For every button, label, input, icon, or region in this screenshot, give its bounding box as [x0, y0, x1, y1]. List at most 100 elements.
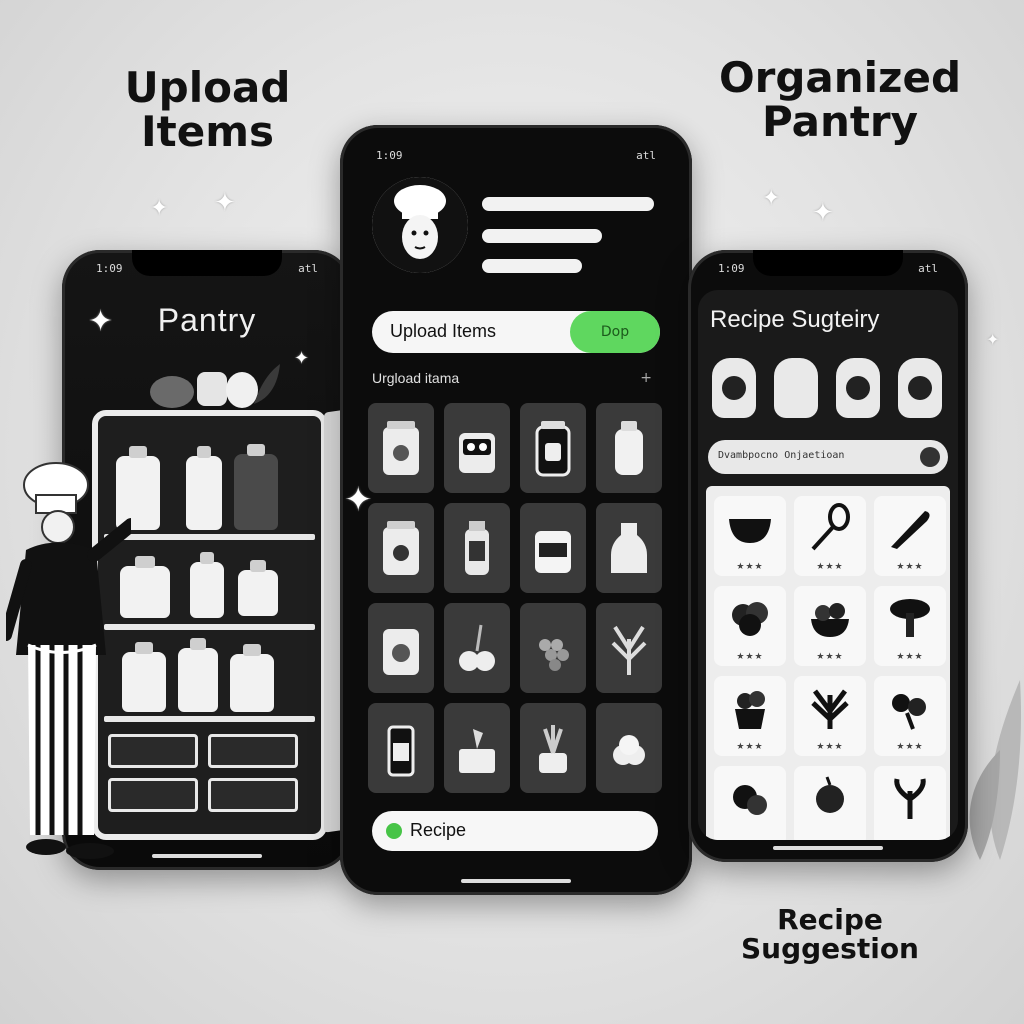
- caption-recipe-suggestion: Recipe Suggestion: [741, 903, 919, 966]
- pantry-title: Pantry: [157, 302, 257, 338]
- add-icon[interactable]: +: [640, 370, 652, 386]
- grapes-icon: [539, 639, 569, 671]
- status-time: 1:09: [96, 262, 123, 275]
- recipe-grid: ★★★ ★★★ ★★★ ★★★ ★★★ ★★★ ★★★ ★★★ ★★★: [706, 486, 950, 840]
- home-indicator: [773, 846, 883, 850]
- search-icon[interactable]: [920, 447, 940, 467]
- vegetable-icon: [459, 624, 495, 671]
- pantry-item-tile[interactable]: [368, 703, 434, 793]
- caption-upload-items: Upload Items: [124, 63, 291, 157]
- fridge-shelf: [104, 534, 315, 540]
- pantry-item-grid: [368, 403, 664, 793]
- home-indicator: [461, 879, 571, 883]
- recipe-card[interactable]: [874, 766, 946, 840]
- canister-icon: [535, 531, 571, 573]
- potted-herb-icon: [539, 725, 567, 773]
- pantry-item-tile[interactable]: [520, 403, 586, 493]
- pantry-item-tile[interactable]: [596, 403, 662, 493]
- recipe-card[interactable]: ★★★: [714, 676, 786, 756]
- lettuce-icon: [732, 602, 768, 636]
- fridge-shelf: [104, 624, 315, 630]
- spoon-icon: [811, 503, 850, 551]
- recipe-card[interactable]: ★★★: [874, 586, 946, 666]
- recipe-card[interactable]: ★★★: [874, 496, 946, 576]
- home-indicator: [152, 854, 262, 858]
- pantry-item-tile[interactable]: [444, 503, 510, 593]
- pantry-item-tile[interactable]: [596, 603, 662, 693]
- canister-icon: [459, 433, 495, 473]
- recipe-label: Recipe: [410, 820, 467, 840]
- fridge-drawer: [208, 734, 298, 768]
- profile-bar: [482, 259, 582, 273]
- phone-notch: [753, 250, 903, 276]
- rating-stars: ★★★: [816, 652, 844, 662]
- chef-illustration: [6, 462, 131, 859]
- recipe-screen: Recipe Sugteiry Dvambpocno Onjaetioan ★★…: [698, 290, 958, 840]
- pantry-item-tile[interactable]: [444, 703, 510, 793]
- profile-bar: [482, 197, 654, 211]
- pantry-item-tile[interactable]: [444, 603, 510, 693]
- produce-box-icon: [459, 729, 495, 773]
- rating-stars: ★★★: [896, 742, 924, 752]
- recipe-button[interactable]: Recipe: [372, 811, 658, 851]
- jar-icon: [383, 521, 419, 575]
- plant-icon: [894, 778, 926, 819]
- fridge-drawer: [208, 778, 298, 812]
- status-time: 1:09: [376, 149, 403, 162]
- upload-phone: 1:09 atl Upload Items Dop Urgload itama …: [340, 125, 692, 895]
- pantry-item-tile[interactable]: [520, 703, 586, 793]
- pantry-item-tile[interactable]: [520, 603, 586, 693]
- recipe-card[interactable]: ★★★: [794, 586, 866, 666]
- chef-face-icon: [372, 177, 468, 273]
- recipe-card[interactable]: ★★★: [794, 676, 866, 756]
- rating-stars: ★★★: [896, 562, 924, 572]
- potted-plant-icon: [735, 691, 765, 729]
- bottle-icon: [611, 523, 647, 573]
- bottle-icon: [186, 446, 222, 530]
- pantry-item-tile[interactable]: [368, 603, 434, 693]
- status-signal: atl: [636, 149, 656, 162]
- pantry-item-tile[interactable]: [444, 403, 510, 493]
- status-dot-icon: [386, 823, 402, 839]
- upload-items-button[interactable]: Upload Items Dop: [372, 311, 660, 353]
- recipe-card[interactable]: ★★★: [794, 496, 866, 576]
- upload-items-label: Upload Items: [390, 321, 497, 341]
- rating-stars: ★★★: [816, 562, 844, 572]
- rating-stars: ★★★: [736, 652, 764, 662]
- recipe-card[interactable]: [714, 766, 786, 840]
- recipe-card[interactable]: ★★★: [874, 676, 946, 756]
- sparkle-icon: ✦: [214, 188, 236, 218]
- recipe-card[interactable]: ★★★: [714, 496, 786, 576]
- pantry-item-tile[interactable]: [596, 703, 662, 793]
- bottle-icon: [234, 444, 278, 530]
- recipe-card[interactable]: ★★★: [714, 586, 786, 666]
- bowl-icon: [729, 519, 771, 543]
- sparkle-icon: ✦: [150, 196, 169, 221]
- chef-avatar: [372, 177, 468, 273]
- rating-stars: ★★★: [816, 742, 844, 752]
- jar-icon: [190, 552, 224, 618]
- recipe-title: Recipe Sugteiry: [710, 306, 880, 333]
- ingredient-row: [712, 358, 942, 418]
- pantry-item-tile[interactable]: [520, 503, 586, 593]
- status-time: 1:09: [718, 262, 745, 275]
- bottle-icon: [178, 638, 218, 712]
- vegetable-icon: [733, 785, 767, 815]
- pantry-item-tile[interactable]: [368, 403, 434, 493]
- salad-icon: [811, 603, 849, 637]
- jar-icon: [712, 358, 756, 418]
- herb-icon: [611, 625, 647, 675]
- rating-stars: ★★★: [736, 742, 764, 752]
- leaf-icon: [969, 680, 1022, 860]
- recipe-phone: 1:09 atl Recipe Sugteiry Dvambpocno Onja…: [688, 250, 968, 862]
- pantry-item-tile[interactable]: [596, 503, 662, 593]
- recipe-card[interactable]: [794, 766, 866, 840]
- jar-icon: [238, 560, 278, 616]
- pantry-item-tile[interactable]: [368, 503, 434, 593]
- cauliflower-icon: [613, 735, 645, 765]
- herb-bunch-icon: [892, 694, 926, 730]
- upload-go-button[interactable]: Dop: [570, 311, 660, 353]
- recipe-search[interactable]: Dvambpocno Onjaetioan: [708, 440, 948, 474]
- fridge-shelf: [104, 716, 315, 722]
- jar-icon: [898, 358, 942, 418]
